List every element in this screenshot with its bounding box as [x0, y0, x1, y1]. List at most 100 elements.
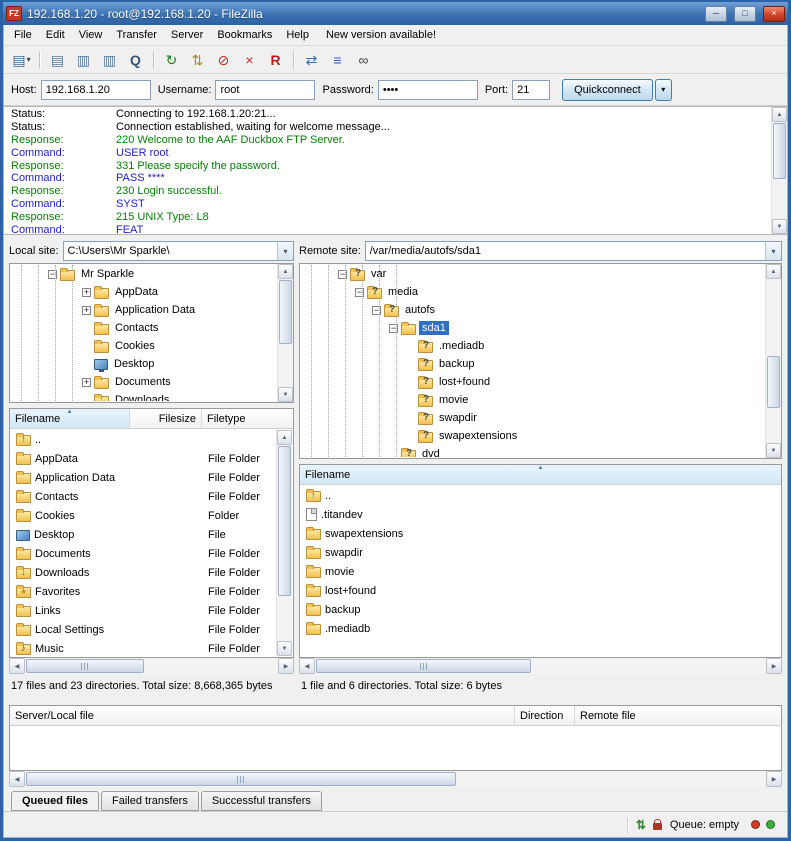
toggle-local-tree-button[interactable]: ▥ — [71, 48, 96, 71]
tree-item-cookies[interactable]: Cookies — [11, 337, 276, 355]
tree-item-mr-sparkle[interactable]: −Mr Sparkle — [11, 265, 276, 283]
quickconnect-dropdown-button[interactable]: ▾ — [655, 79, 672, 101]
column-header-server-local-file[interactable]: Server/Local file — [10, 706, 515, 725]
scrollbar-thumb[interactable] — [773, 123, 786, 179]
column-header-filesize[interactable]: Filesize — [130, 409, 202, 428]
filter-button[interactable]: ⇄ — [299, 48, 324, 71]
menu-item-server[interactable]: Server — [164, 26, 210, 44]
tree-item-contacts[interactable]: Contacts — [11, 319, 276, 337]
column-header-filename[interactable]: Filename▴ — [10, 409, 130, 428]
file-row[interactable]: ContactsFile Folder — [11, 487, 276, 506]
scrollbar-thumb[interactable] — [767, 356, 780, 408]
menu-item-file[interactable]: File — [7, 26, 39, 44]
remote-site-dropdown-button[interactable]: ▾ — [765, 242, 781, 260]
scroll-down-button[interactable]: ▼ — [766, 443, 781, 458]
toggle-queue-button[interactable]: Q — [123, 48, 148, 71]
file-row[interactable]: movie — [301, 562, 780, 581]
toggle-log-button[interactable]: ▤ — [45, 48, 70, 71]
scroll-up-button[interactable]: ▲ — [277, 430, 292, 445]
file-row[interactable]: .. — [11, 430, 276, 449]
tree-item-backup[interactable]: backup — [301, 355, 764, 373]
file-row[interactable]: swapextensions — [301, 524, 780, 543]
file-row[interactable]: CookiesFolder — [11, 506, 276, 525]
file-row[interactable]: LinksFile Folder — [11, 601, 276, 620]
file-row[interactable]: Application DataFile Folder — [11, 468, 276, 487]
file-row[interactable]: MusicFile Folder — [11, 639, 276, 656]
tree-item-media[interactable]: −media — [301, 283, 764, 301]
menu-item-help[interactable]: Help — [279, 26, 316, 44]
scroll-left-button[interactable]: ◀ — [9, 658, 25, 674]
tree-item-documents[interactable]: +Documents — [11, 373, 276, 391]
menu-item-edit[interactable]: Edit — [39, 26, 72, 44]
menu-new-version-notice[interactable]: New version available! — [319, 26, 443, 44]
file-row[interactable]: .. — [301, 486, 780, 505]
file-row[interactable]: lost+found — [301, 581, 780, 600]
scrollbar-thumb[interactable] — [26, 772, 456, 786]
username-input[interactable] — [215, 80, 315, 100]
tree-item-var[interactable]: −var — [301, 265, 764, 283]
scroll-left-button[interactable]: ◀ — [9, 771, 25, 787]
local-site-dropdown-button[interactable]: ▾ — [277, 242, 293, 260]
scroll-right-button[interactable]: ▶ — [766, 658, 782, 674]
cancel-button[interactable]: ⊘ — [211, 48, 236, 71]
expand-plus-icon[interactable]: + — [82, 288, 91, 297]
file-row[interactable]: DownloadsFile Folder — [11, 563, 276, 582]
site-manager-button[interactable]: ▤▾ — [9, 48, 34, 71]
column-header-remote-file[interactable]: Remote file — [575, 706, 781, 725]
local-site-combo[interactable]: C:\Users\Mr Sparkle\ ▾ — [63, 241, 294, 261]
local-list-scrollbar[interactable]: ▲ ▼ — [276, 430, 292, 656]
local-horizontal-scrollbar[interactable]: ◀ ▶ — [9, 658, 294, 674]
toggle-remote-tree-button[interactable]: ▥ — [97, 48, 122, 71]
quickconnect-button[interactable]: Quickconnect — [562, 79, 653, 101]
tree-item-downloads[interactable]: Downloads — [11, 391, 276, 401]
maximize-button[interactable]: □ — [734, 6, 756, 22]
local-tree-scrollbar[interactable]: ▲ ▼ — [277, 264, 293, 402]
speed-limit-icon[interactable]: ⇅ — [636, 819, 646, 831]
tree-item-swapextensions[interactable]: swapextensions — [301, 427, 764, 445]
scroll-down-button[interactable]: ▼ — [277, 641, 292, 656]
menu-item-transfer[interactable]: Transfer — [109, 26, 164, 44]
remote-horizontal-scrollbar[interactable]: ◀ ▶ — [299, 658, 782, 674]
remote-site-combo[interactable]: /var/media/autofs/sda1 ▾ — [365, 241, 782, 261]
tree-item-autofs[interactable]: −autofs — [301, 301, 764, 319]
remote-tree-scrollbar[interactable]: ▲ ▼ — [765, 264, 781, 458]
queue-horizontal-scrollbar[interactable]: ◀ ▶ — [9, 771, 782, 787]
scroll-up-button[interactable]: ▲ — [772, 107, 787, 122]
titlebar[interactable]: FZ 192.168.1.20 - root@192.168.1.20 - Fi… — [3, 2, 788, 25]
file-row[interactable]: DesktopFile — [11, 525, 276, 544]
scroll-up-button[interactable]: ▲ — [766, 264, 781, 279]
password-input[interactable] — [378, 80, 478, 100]
port-input[interactable] — [512, 80, 550, 100]
tree-item-appdata[interactable]: +AppData — [11, 283, 276, 301]
menu-item-bookmarks[interactable]: Bookmarks — [210, 26, 279, 44]
column-header-filetype[interactable]: Filetype — [202, 409, 293, 428]
tree-item-sda1[interactable]: −sda1 — [301, 319, 764, 337]
tab-successful-transfers[interactable]: Successful transfers — [201, 791, 322, 811]
scroll-down-button[interactable]: ▼ — [772, 219, 787, 234]
column-header-filename[interactable]: Filename▴ — [300, 465, 781, 484]
column-header-direction[interactable]: Direction — [515, 706, 575, 725]
file-row[interactable]: backup — [301, 600, 780, 619]
comparison-button[interactable]: ≡ — [325, 48, 350, 71]
refresh-button[interactable]: ↻ — [159, 48, 184, 71]
file-row[interactable]: FavoritesFile Folder — [11, 582, 276, 601]
scrollbar-thumb[interactable] — [278, 446, 291, 596]
tab-queued-files[interactable]: Queued files — [11, 791, 99, 811]
close-button[interactable]: × — [763, 6, 785, 22]
tree-item-dvd[interactable]: dvd — [301, 445, 764, 457]
host-input[interactable] — [41, 80, 151, 100]
tab-failed-transfers[interactable]: Failed transfers — [101, 791, 199, 811]
tree-item-application-data[interactable]: +Application Data — [11, 301, 276, 319]
expand-plus-icon[interactable]: + — [82, 378, 91, 387]
scrollbar-thumb[interactable] — [279, 280, 292, 344]
menu-item-view[interactable]: View — [72, 26, 110, 44]
file-row[interactable]: AppDataFile Folder — [11, 449, 276, 468]
scrollbar-thumb[interactable] — [316, 659, 531, 673]
scroll-right-button[interactable]: ▶ — [766, 771, 782, 787]
tree-item-mediadb[interactable]: .mediadb — [301, 337, 764, 355]
file-row[interactable]: DocumentsFile Folder — [11, 544, 276, 563]
disconnect-button[interactable]: × — [237, 48, 262, 71]
file-row[interactable]: .titandev — [301, 505, 780, 524]
file-row[interactable]: Local SettingsFile Folder — [11, 620, 276, 639]
expand-plus-icon[interactable]: + — [82, 306, 91, 315]
